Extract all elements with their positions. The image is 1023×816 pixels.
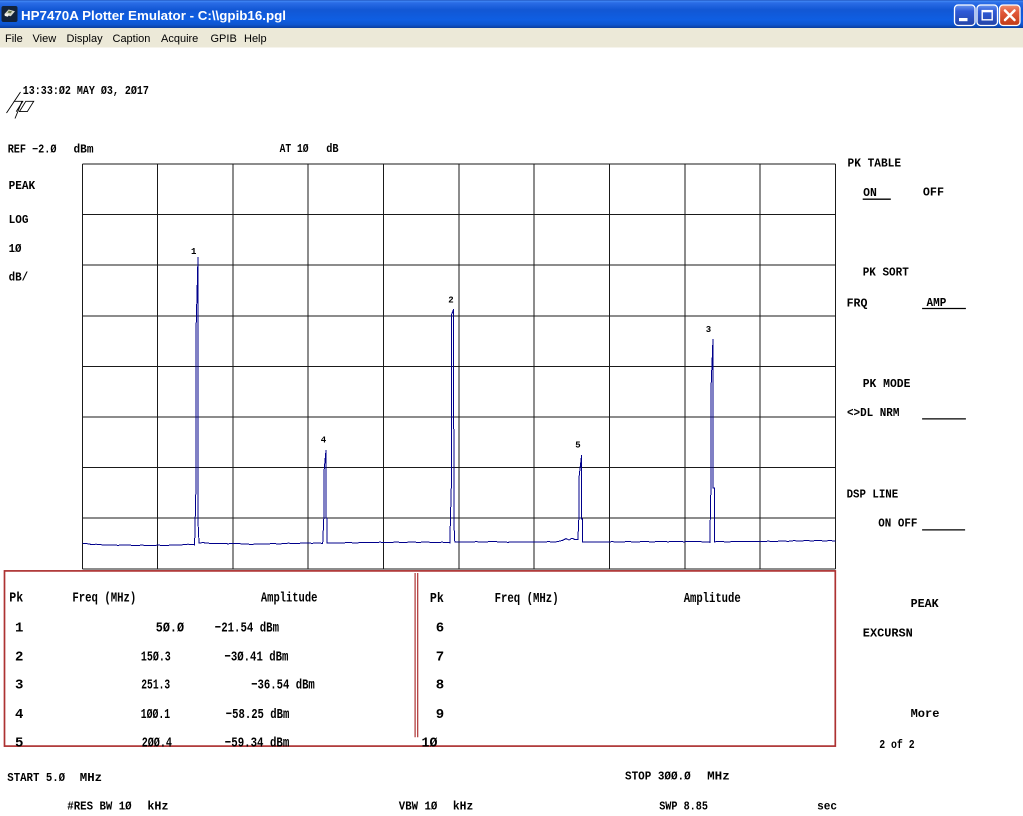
svg-text:kHz: kHz: [147, 801, 168, 814]
svg-text:PK TABLE: PK TABLE: [848, 156, 902, 170]
svg-text:PK MODE: PK MODE: [863, 377, 911, 391]
svg-text:7: 7: [436, 650, 444, 666]
svg-text:LOG: LOG: [9, 214, 29, 227]
svg-text:#RES BW 1Ø: #RES BW 1Ø: [67, 801, 131, 814]
svg-text:−36.54 dBm: −36.54 dBm: [251, 678, 315, 694]
svg-text:Caption: Caption: [113, 33, 151, 45]
svg-text:−3Ø.41 dBm: −3Ø.41 dBm: [225, 650, 289, 666]
svg-text:9: 9: [436, 707, 444, 723]
svg-text:Amplitude: Amplitude: [684, 591, 741, 607]
svg-text:PEAK: PEAK: [9, 180, 36, 193]
svg-text:2: 2: [15, 650, 23, 666]
svg-text:File: File: [5, 33, 23, 45]
svg-text:MHz: MHz: [707, 771, 730, 784]
svg-text:15Ø.3: 15Ø.3: [141, 650, 171, 666]
svg-text:−21.54 dBm: −21.54 dBm: [215, 620, 279, 636]
svg-text:1ØØ.1: 1ØØ.1: [141, 707, 170, 723]
svg-text:8: 8: [436, 678, 444, 694]
svg-text:1Ø: 1Ø: [9, 243, 22, 256]
svg-text:AMP: AMP: [927, 296, 947, 310]
svg-text:kHz: kHz: [453, 800, 473, 813]
svg-text:dBm: dBm: [74, 143, 94, 156]
svg-text:Pk: Pk: [9, 591, 23, 607]
svg-text:5Ø.Ø: 5Ø.Ø: [156, 620, 185, 636]
svg-text:sec: sec: [817, 800, 837, 813]
svg-text:AT 1Ø: AT 1Ø: [280, 143, 309, 156]
svg-text:Display: Display: [67, 33, 104, 45]
svg-text:VBW 1Ø: VBW 1Ø: [399, 800, 438, 813]
svg-text:−59.34 dBm: −59.34 dBm: [225, 736, 289, 752]
svg-text:Freq (MHz): Freq (MHz): [495, 591, 559, 607]
svg-text:Acquire: Acquire: [161, 33, 198, 45]
svg-text:ON: ON: [863, 186, 877, 200]
svg-text:Freq (MHz): Freq (MHz): [72, 591, 136, 607]
svg-text:13:33:Ø2 MAY Ø3, 2Ø17: 13:33:Ø2 MAY Ø3, 2Ø17: [23, 85, 149, 98]
svg-text:DSP LINE: DSP LINE: [847, 487, 899, 501]
svg-text:dB/: dB/: [9, 272, 29, 285]
svg-text:4: 4: [15, 707, 23, 723]
svg-text:Amplitude: Amplitude: [261, 591, 318, 607]
svg-text:1Ø: 1Ø: [422, 736, 438, 752]
svg-text:Pk: Pk: [430, 591, 444, 607]
svg-text:251.3: 251.3: [141, 678, 170, 694]
svg-text:View: View: [33, 33, 57, 45]
svg-text:EXCURSN: EXCURSN: [863, 627, 913, 641]
svg-text:6: 6: [436, 620, 444, 636]
svg-text:STOP 3ØØ.Ø: STOP 3ØØ.Ø: [625, 771, 691, 784]
svg-text:START 5.Ø: START 5.Ø: [7, 772, 65, 785]
svg-text:SWP 8.85: SWP 8.85: [659, 800, 708, 813]
svg-text:GPIB: GPIB: [211, 33, 237, 45]
svg-text:FRQ: FRQ: [847, 296, 868, 310]
svg-text:<>DL NRM: <>DL NRM: [847, 406, 899, 420]
svg-text:−58.25 dBm: −58.25 dBm: [226, 707, 289, 723]
svg-text:PK SORT: PK SORT: [863, 265, 909, 279]
svg-text:HP7470A Plotter Emulator - C:\: HP7470A Plotter Emulator - C:\\gpib16.pg…: [21, 8, 286, 23]
svg-text:5: 5: [15, 736, 23, 752]
svg-text:2: 2: [448, 295, 453, 305]
svg-text:3: 3: [706, 325, 711, 335]
svg-text:3: 3: [15, 678, 23, 694]
svg-text:MHz: MHz: [80, 772, 102, 785]
svg-text:More: More: [911, 707, 940, 721]
svg-text:ON OFF: ON OFF: [878, 517, 917, 531]
svg-text:2ØØ.4: 2ØØ.4: [142, 736, 172, 752]
svg-text:Help: Help: [244, 33, 267, 45]
svg-text:1: 1: [191, 247, 197, 257]
svg-text:REF −2.Ø: REF −2.Ø: [8, 143, 57, 156]
svg-text:OFF: OFF: [923, 186, 944, 200]
svg-text:2 of 2: 2 of 2: [879, 738, 915, 752]
svg-text:1: 1: [15, 620, 23, 636]
svg-text:5: 5: [575, 441, 580, 451]
svg-text:4: 4: [321, 436, 327, 446]
svg-text:PEAK: PEAK: [911, 597, 940, 611]
svg-text:dB: dB: [326, 143, 338, 156]
